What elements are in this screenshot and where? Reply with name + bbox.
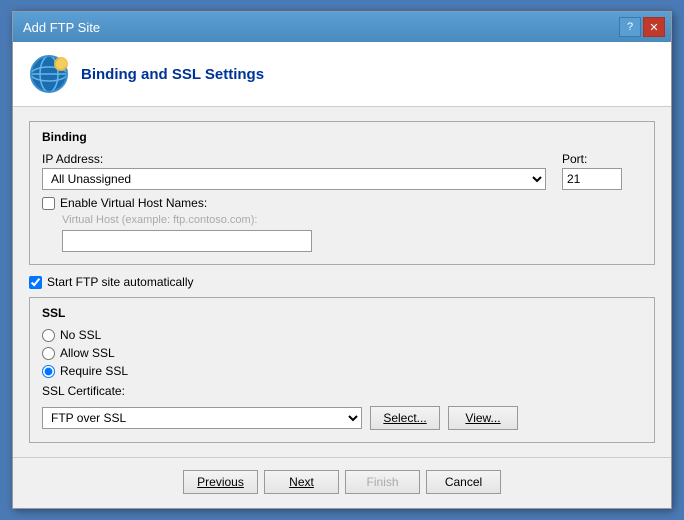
port-label: Port: — [562, 152, 642, 166]
ssl-cert-label-row: SSL Certificate: — [42, 384, 642, 398]
view-button-label: View... — [465, 411, 500, 425]
next-label: Next — [289, 475, 314, 489]
select-button[interactable]: Select... — [370, 406, 440, 430]
window: Add FTP Site ? ✕ Binding and SSL Setting… — [12, 11, 672, 509]
close-button[interactable]: ✕ — [643, 17, 665, 37]
cancel-label: Cancel — [445, 475, 482, 489]
ssl-cert-row: FTP over SSL Select... View... — [42, 406, 642, 430]
ssl-cert-label: SSL Certificate: — [42, 384, 125, 398]
virtual-host-checkbox-row: Enable Virtual Host Names: — [42, 196, 642, 210]
ssl-cert-select[interactable]: FTP over SSL — [42, 407, 362, 429]
no-ssl-radio[interactable] — [42, 329, 55, 342]
next-button[interactable]: Next — [264, 470, 339, 494]
footer: Previous Next Finish Cancel — [13, 457, 671, 508]
finish-button: Finish — [345, 470, 420, 494]
require-ssl-radio[interactable] — [42, 365, 55, 378]
previous-label: Previous — [197, 475, 244, 489]
help-button[interactable]: ? — [619, 17, 641, 37]
finish-label: Finish — [366, 475, 398, 489]
binding-row: IP Address: All Unassigned Port: — [42, 152, 642, 190]
no-ssl-row: No SSL — [42, 328, 642, 342]
allow-ssl-row: Allow SSL — [42, 346, 642, 360]
virtual-host-input[interactable] — [62, 230, 312, 252]
content-area: Binding IP Address: All Unassigned Port:… — [13, 107, 671, 457]
require-ssl-label: Require SSL — [60, 364, 128, 378]
binding-group: Binding IP Address: All Unassigned Port:… — [29, 121, 655, 265]
window-title: Add FTP Site — [23, 20, 100, 35]
ip-address-select[interactable]: All Unassigned — [42, 168, 546, 190]
globe-icon — [29, 54, 69, 94]
start-ftp-label: Start FTP site automatically — [47, 275, 194, 289]
ssl-group-label: SSL — [42, 306, 642, 320]
header-area: Binding and SSL Settings — [13, 42, 671, 107]
ssl-group: SSL No SSL Allow SSL Require SSL SSL Cer… — [29, 297, 655, 443]
ip-label: IP Address: — [42, 152, 546, 166]
require-ssl-row: Require SSL — [42, 364, 642, 378]
start-ftp-checkbox[interactable] — [29, 276, 42, 289]
virtual-host-checkbox[interactable] — [42, 197, 55, 210]
title-bar-buttons: ? ✕ — [619, 17, 665, 37]
ip-field-group: IP Address: All Unassigned — [42, 152, 546, 190]
cancel-button[interactable]: Cancel — [426, 470, 501, 494]
port-field-group: Port: — [562, 152, 642, 190]
title-bar: Add FTP Site ? ✕ — [13, 12, 671, 42]
no-ssl-label: No SSL — [60, 328, 101, 342]
previous-button[interactable]: Previous — [183, 470, 258, 494]
view-button[interactable]: View... — [448, 406, 518, 430]
header-title: Binding and SSL Settings — [81, 66, 264, 83]
select-button-label: Select... — [383, 411, 426, 425]
virtual-host-label: Enable Virtual Host Names: — [60, 196, 207, 210]
allow-ssl-label: Allow SSL — [60, 346, 115, 360]
virtual-host-placeholder-label: Virtual Host (example: ftp.contoso.com): — [62, 214, 642, 226]
allow-ssl-radio[interactable] — [42, 347, 55, 360]
binding-group-label: Binding — [42, 130, 642, 144]
port-input[interactable] — [562, 168, 622, 190]
start-ftp-row: Start FTP site automatically — [29, 275, 655, 289]
